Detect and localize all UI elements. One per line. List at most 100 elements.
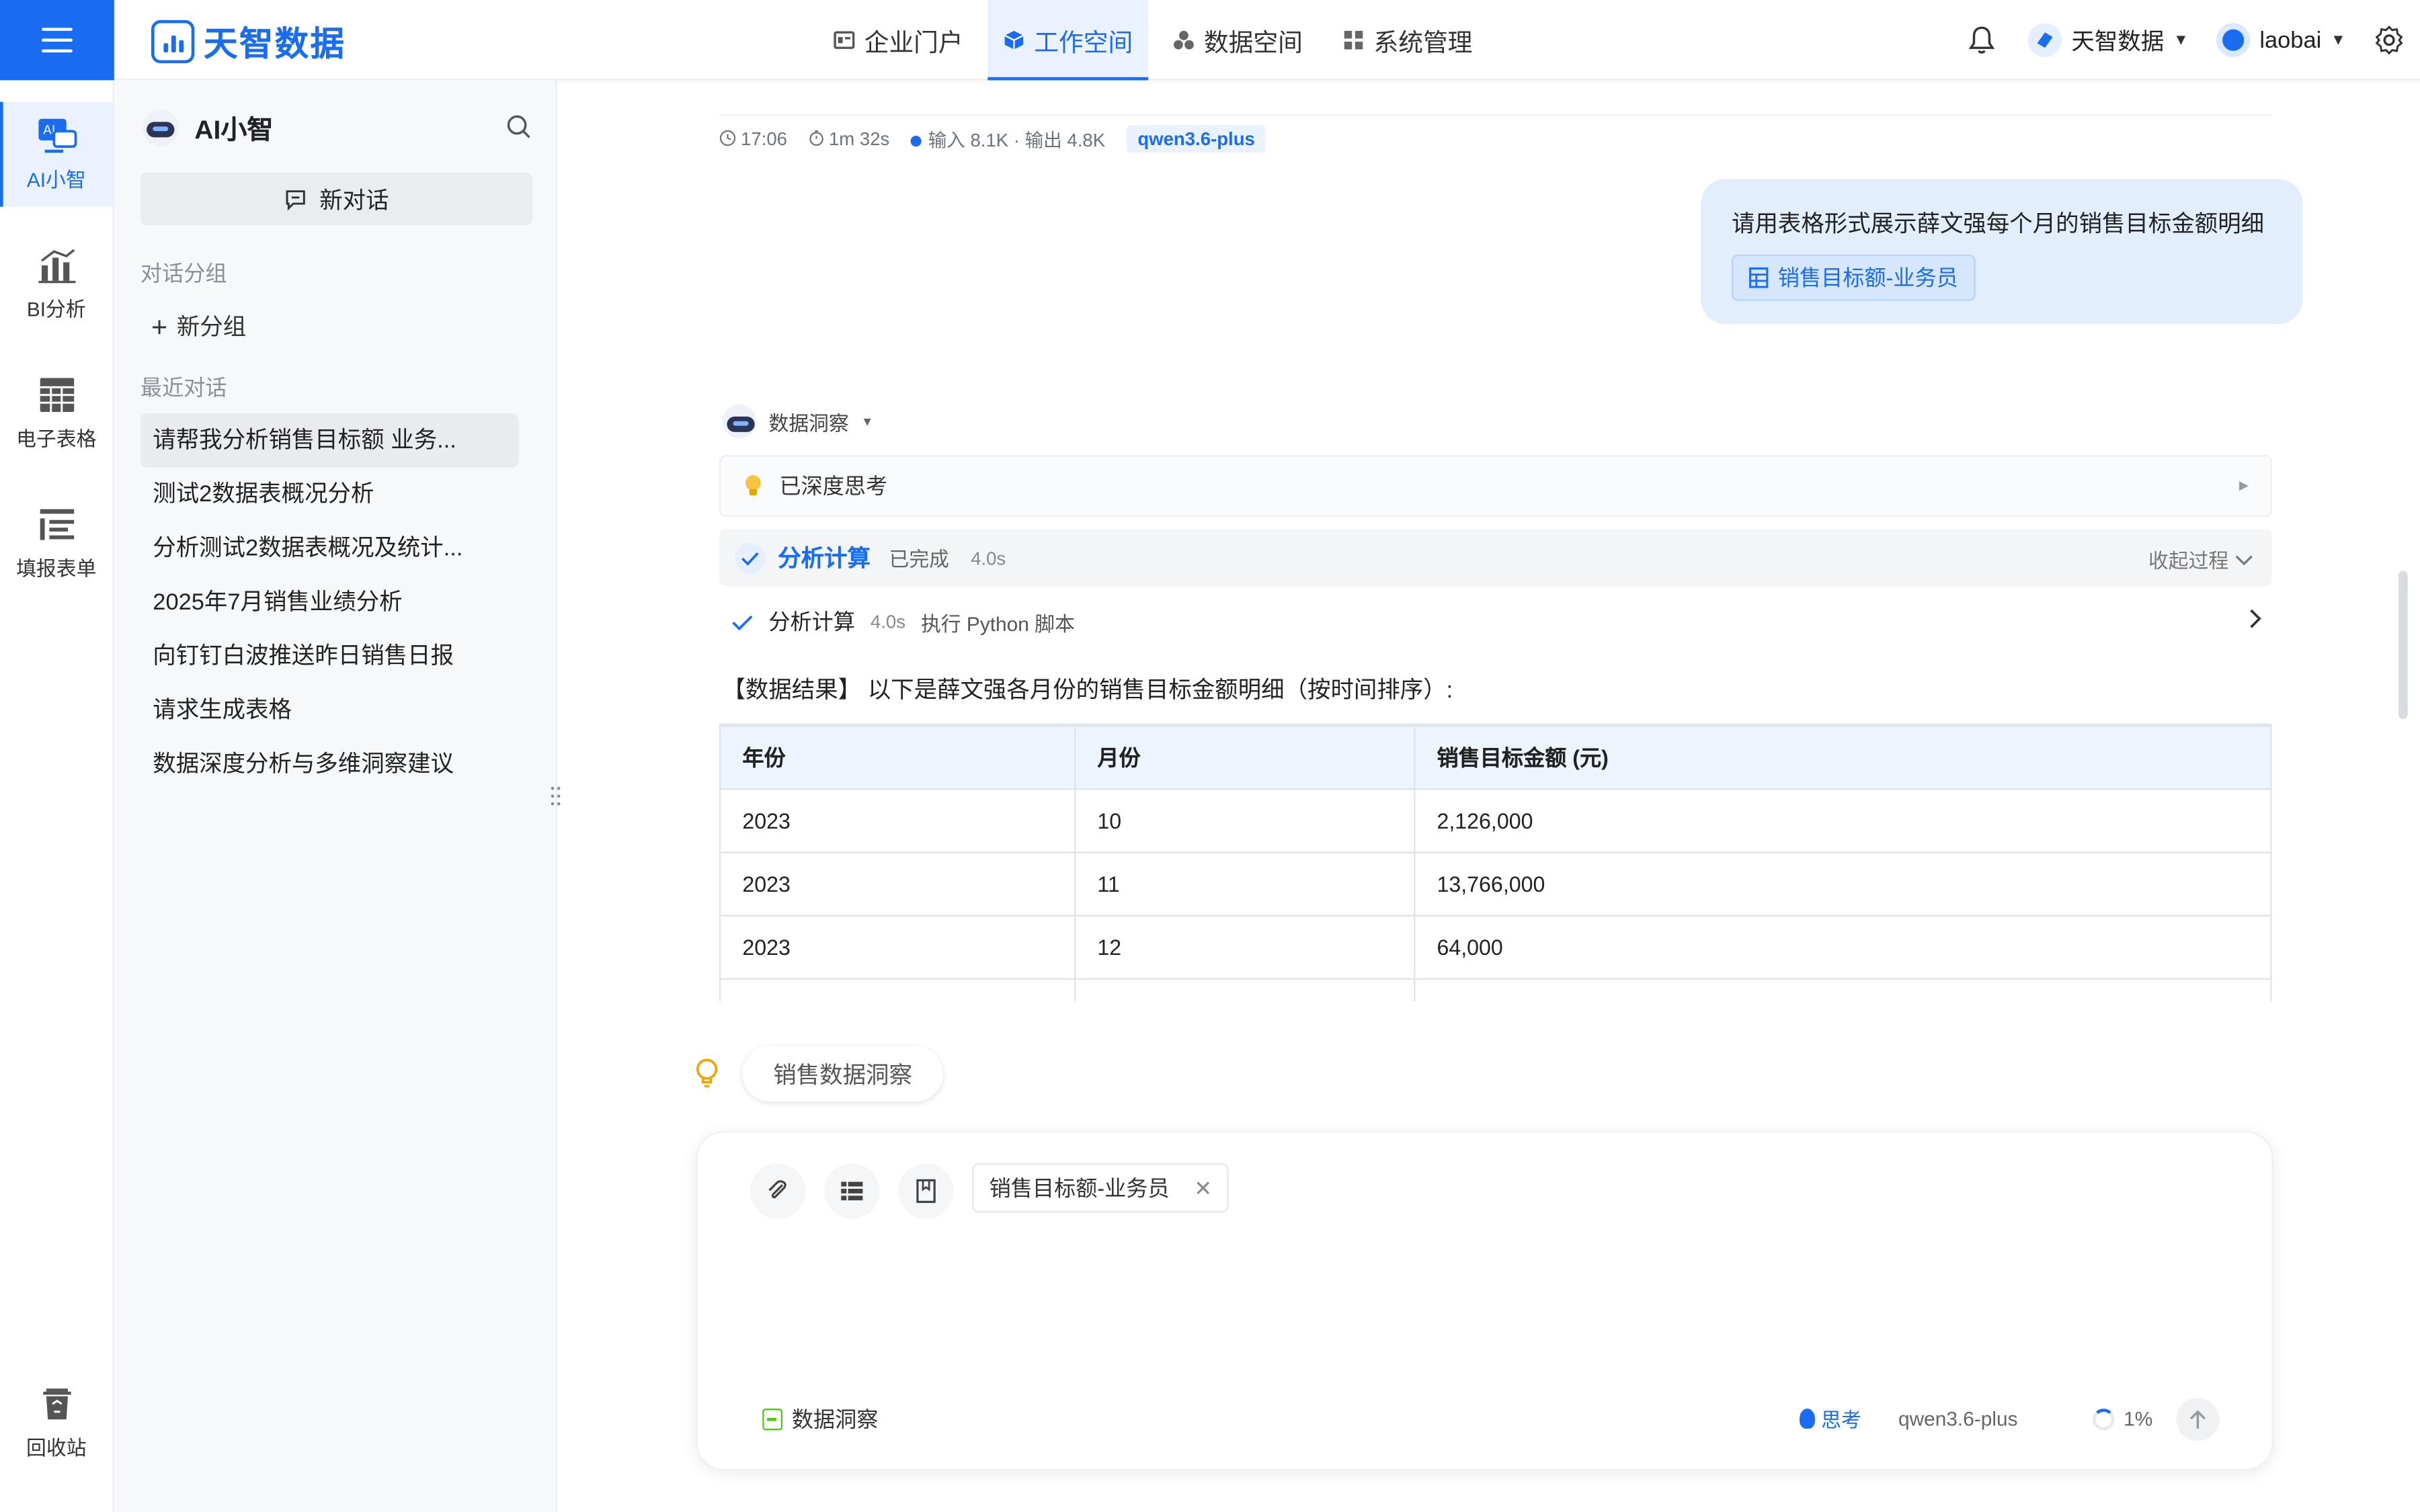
rail-item-bi-analysis[interactable]: BI分析 bbox=[0, 235, 113, 333]
avatar bbox=[2216, 23, 2251, 57]
mode-selector[interactable]: 数据洞察 bbox=[762, 1404, 878, 1435]
robot-avatar-icon bbox=[722, 404, 757, 439]
column-header: 销售目标金额 (元) bbox=[1414, 725, 2272, 790]
recent-section-label: 最近对话 bbox=[140, 374, 227, 400]
collapse-process-button[interactable]: 收起过程 bbox=[2148, 544, 2253, 574]
conversation-item[interactable]: 请帮我分析销售目标额 业务... bbox=[140, 413, 519, 468]
spreadsheet-icon bbox=[39, 377, 74, 411]
logo-icon bbox=[151, 19, 195, 64]
user-menu[interactable]: laobai ▼ bbox=[2216, 23, 2346, 57]
group-section-label: 对话分组 bbox=[140, 261, 227, 286]
new-chat-button[interactable]: 新对话 bbox=[140, 173, 533, 226]
analysis-time: 4.0s bbox=[971, 546, 1006, 569]
think-toggle[interactable]: 思考 bbox=[1800, 1404, 1861, 1433]
rail-item-ai-assistant[interactable]: AI AI小智 bbox=[0, 101, 113, 207]
table-cell: 11 bbox=[1074, 851, 1416, 917]
conversation-list: 请帮我分析销售目标额 业务... 测试2数据表概况分析 分析测试2数据表概况及统… bbox=[140, 413, 519, 792]
table-reference-chip[interactable]: 销售目标额-业务员 bbox=[1732, 254, 1976, 301]
column-header: 年份 bbox=[719, 725, 1076, 790]
menu-toggle-button[interactable] bbox=[0, 0, 114, 81]
select-datasource-button[interactable] bbox=[824, 1163, 880, 1219]
search-icon[interactable] bbox=[506, 114, 531, 139]
message-composer[interactable]: 销售目标额-业务员 ✕ 数据洞察 思考 qwen3.6-plus 1% bbox=[696, 1130, 2273, 1471]
table-header-row: 年份 月份 销售目标金额 (元) bbox=[719, 725, 2272, 790]
resize-handle-icon[interactable] bbox=[548, 784, 563, 808]
analysis-step-row[interactable]: 分析计算 4.0s 执行 Python 脚本 bbox=[731, 605, 2271, 639]
conversation-item[interactable]: 2025年7月销售业绩分析 bbox=[140, 575, 519, 629]
tenant-switcher[interactable]: 天智数据 ▼ bbox=[2028, 23, 2189, 57]
knowledge-base-button[interactable] bbox=[898, 1163, 954, 1219]
collapse-label: 收起过程 bbox=[2148, 549, 2229, 573]
conversation-item[interactable]: 分析测试2数据表概况及统计... bbox=[140, 521, 519, 575]
lightbulb-icon bbox=[745, 475, 761, 495]
brand-name: 天智数据 bbox=[204, 24, 346, 64]
new-group-label: 新分组 bbox=[176, 314, 247, 341]
clock-icon bbox=[719, 130, 736, 146]
bell-icon[interactable] bbox=[1966, 25, 1997, 56]
close-icon[interactable]: ✕ bbox=[1194, 1175, 1212, 1201]
conversation-item[interactable]: 向钉钉白波推送昨日销售日报 bbox=[140, 630, 519, 683]
chevron-right-icon bbox=[2250, 609, 2261, 628]
analysis-status: 已完成 bbox=[889, 548, 950, 571]
nav-label: 企业门户 bbox=[864, 30, 963, 57]
rail-item-form[interactable]: 填报表单 bbox=[0, 494, 113, 593]
database-table-icon bbox=[841, 1181, 863, 1201]
user-name: laobai bbox=[2259, 27, 2322, 54]
conversation-item[interactable]: 数据深度分析与多维洞察建议 bbox=[140, 737, 519, 791]
gear-icon[interactable] bbox=[2374, 25, 2405, 56]
agent-header[interactable]: 数据洞察 ▼ bbox=[722, 404, 874, 439]
top-nav: 企业门户 工作空间 数据空间 系统管理 bbox=[818, 0, 1497, 81]
hamburger-icon bbox=[41, 28, 73, 53]
rail-label: 填报表单 bbox=[16, 556, 97, 580]
robot-avatar-icon bbox=[142, 108, 179, 146]
table-reference-label: 销售目标额-业务员 bbox=[1777, 265, 1958, 290]
brand-logo[interactable]: 天智数据 bbox=[151, 17, 346, 66]
progress-ring-icon bbox=[2093, 1408, 2115, 1430]
send-button[interactable] bbox=[2176, 1398, 2220, 1441]
nav-label: 工作空间 bbox=[1034, 30, 1133, 57]
cube-icon bbox=[1004, 30, 1024, 50]
analysis-step-header: 分析计算 已完成 4.0s 收起过程 bbox=[719, 529, 2272, 587]
table-cell: 2023 bbox=[719, 915, 1076, 980]
duration: 1m 32s bbox=[809, 128, 889, 150]
nav-label: 数据空间 bbox=[1203, 30, 1303, 57]
model-selector[interactable]: qwen3.6-plus bbox=[1898, 1407, 2018, 1430]
caret-down-icon: ▼ bbox=[2173, 32, 2189, 49]
scrollbar-thumb[interactable] bbox=[2398, 571, 2408, 719]
new-chat-icon bbox=[286, 190, 305, 210]
table-row: 2023 10 2,126,000 bbox=[719, 788, 2272, 853]
rail-label: 回收站 bbox=[26, 1435, 87, 1459]
sidebar-header: AI小智 bbox=[142, 108, 273, 146]
app-root: 天智数据 企业门户 工作空间 数据空间 系统管理 天智数据 ▼ laobai ▼… bbox=[0, 0, 2420, 1512]
tenant-name: 天智数据 bbox=[2071, 28, 2165, 55]
table-row: 2023 11 13,766,000 bbox=[719, 851, 2272, 917]
nav-enterprise-portal[interactable]: 企业门户 bbox=[818, 0, 979, 80]
insight-mode-icon bbox=[762, 1409, 783, 1431]
caret-down-icon: ▼ bbox=[2331, 32, 2346, 49]
nav-label: 系统管理 bbox=[1373, 30, 1473, 57]
nav-system-admin[interactable]: 系统管理 bbox=[1328, 0, 1488, 80]
nav-data-space[interactable]: 数据空间 bbox=[1158, 0, 1318, 80]
new-group-button[interactable]: + 新分组 bbox=[151, 310, 246, 342]
step-description: 执行 Python 脚本 bbox=[920, 612, 1075, 635]
recycle-bin-icon bbox=[42, 1388, 71, 1419]
context-usage: 1% bbox=[2093, 1407, 2152, 1430]
arrow-up-icon bbox=[2189, 1410, 2206, 1429]
attach-file-button[interactable] bbox=[750, 1163, 806, 1219]
table-cell: 2023 bbox=[719, 788, 1076, 853]
rail-label: AI小智 bbox=[26, 167, 86, 191]
conversation-item[interactable]: 请求生成表格 bbox=[140, 683, 519, 737]
table-cell: 13,766,000 bbox=[1414, 851, 2272, 917]
conversation-item[interactable]: 测试2数据表概况分析 bbox=[140, 468, 519, 521]
nav-workspace[interactable]: 工作空间 bbox=[987, 0, 1149, 81]
table-row: 2023 12 64,000 bbox=[719, 915, 2272, 980]
lightbulb-icon bbox=[696, 1058, 718, 1088]
rail-item-spreadsheet[interactable]: 电子表格 bbox=[0, 364, 113, 463]
rail-item-recycle-bin[interactable]: 回收站 bbox=[0, 1373, 113, 1472]
thinking-panel[interactable]: 已深度思考 ▶ bbox=[719, 455, 2272, 517]
suggestion-chip[interactable]: 销售数据洞察 bbox=[742, 1046, 943, 1102]
caret-down-icon: ▼ bbox=[861, 414, 874, 429]
result-table: 年份 月份 销售目标金额 (元) 2023 10 2,126,000 2023 … bbox=[719, 723, 2272, 1002]
step-title: 分析计算 bbox=[768, 609, 855, 634]
mode-label: 数据洞察 bbox=[791, 1406, 879, 1432]
